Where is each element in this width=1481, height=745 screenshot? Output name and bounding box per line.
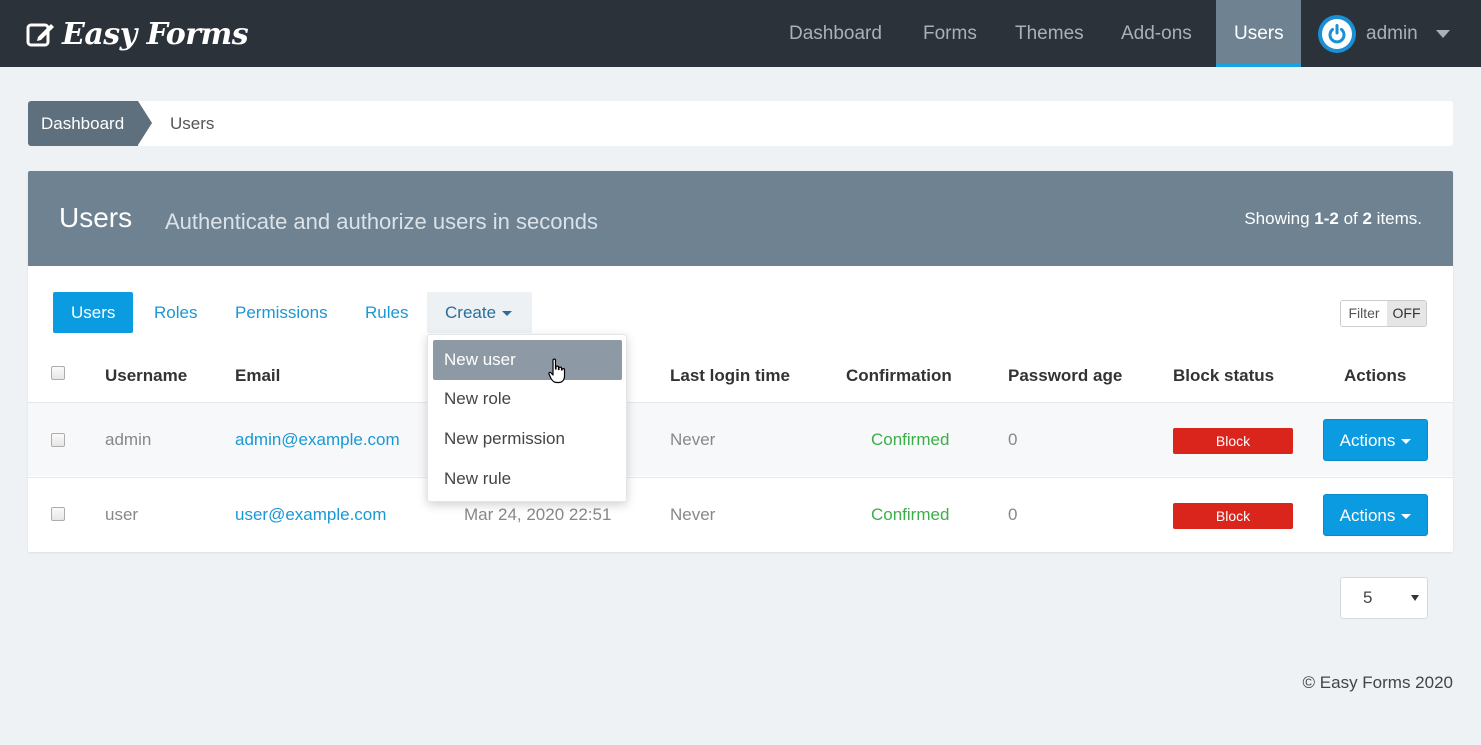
panel-header: Users Authenticate and authorize users i… (28, 171, 1453, 266)
menu-item-new-role[interactable]: New role (444, 389, 511, 409)
nav-dashboard[interactable]: Dashboard (771, 0, 900, 67)
top-navbar: Easy Forms Dashboard Forms Themes Add-on… (0, 0, 1481, 67)
avatar (1318, 14, 1356, 53)
brand-name: Easy Forms (62, 16, 249, 52)
header-password-age[interactable]: Password age (1008, 366, 1122, 386)
header-actions: Actions (1344, 366, 1407, 385)
header-last-login[interactable]: Last login time (670, 366, 790, 386)
caret-down-icon (1401, 514, 1412, 520)
header-email[interactable]: Email (235, 366, 280, 386)
caret-down-icon (1411, 595, 1419, 601)
header-block-status[interactable]: Block status (1173, 366, 1274, 386)
pagination-summary: Showing 1-2 of 2 items. (1244, 209, 1422, 228)
table-row: admin admin@example.com Never Confirmed … (28, 402, 1453, 476)
users-panel: Users Authenticate and authorize users i… (28, 171, 1453, 552)
cell-last-login: Never (670, 505, 716, 524)
cell-password-age: 0 (1008, 505, 1018, 524)
breadcrumb-dashboard[interactable]: Dashboard (28, 101, 138, 146)
user-menu[interactable]: admin (1318, 0, 1450, 67)
cell-username: admin (105, 430, 152, 449)
header-username[interactable]: Username (105, 366, 187, 386)
cell-email-link[interactable]: user@example.com (235, 478, 386, 552)
caret-down-icon (502, 311, 513, 317)
row-checkbox[interactable] (51, 433, 65, 447)
chevron-down-icon (1435, 29, 1450, 38)
menu-item-new-rule[interactable]: New rule (444, 469, 511, 489)
caret-down-icon (1401, 439, 1412, 445)
power-icon (1328, 23, 1346, 43)
actions-dropdown-button[interactable]: Actions (1323, 419, 1428, 461)
page-size-value: 5 (1363, 588, 1373, 607)
header-confirmation[interactable]: Confirmation (846, 366, 952, 386)
tab-permissions[interactable]: Permissions (217, 292, 346, 333)
cell-username: user (105, 505, 139, 524)
footer-copyright: © Easy Forms 2020 (1302, 673, 1453, 692)
cell-confirmation: Confirmed (871, 505, 950, 524)
nav-forms[interactable]: Forms (905, 0, 995, 67)
user-name: admin (1366, 22, 1418, 44)
create-dropdown-menu: New user New role New permission New rul… (427, 334, 627, 502)
hand-pointer-icon (548, 358, 566, 384)
cell-last-login: Never (670, 430, 716, 449)
filter-label: Filter (1341, 301, 1387, 326)
select-all-checkbox[interactable] (51, 366, 65, 380)
row-checkbox[interactable] (51, 507, 65, 521)
actions-dropdown-button[interactable]: Actions (1323, 494, 1428, 536)
nav-users[interactable]: Users (1216, 0, 1301, 67)
nav-themes[interactable]: Themes (997, 0, 1102, 67)
breadcrumb-current: Users (170, 114, 215, 133)
filter-state: OFF (1387, 301, 1426, 326)
create-dropdown-button[interactable]: Create (427, 292, 532, 333)
breadcrumb: Dashboard Users (28, 101, 1453, 146)
nav-addons[interactable]: Add-ons (1103, 0, 1210, 67)
block-button[interactable]: Block (1173, 428, 1293, 454)
page-size-select[interactable]: 5 (1340, 577, 1428, 619)
cell-confirmation: Confirmed (871, 430, 950, 449)
menu-item-new-user[interactable]: New user (433, 340, 622, 380)
brand-logo[interactable]: Easy Forms (26, 14, 249, 54)
page-title: Users (59, 202, 133, 233)
edit-square-icon (26, 23, 54, 47)
cell-email-link[interactable]: admin@example.com (235, 403, 400, 477)
tab-rules[interactable]: Rules (347, 292, 426, 333)
filter-toggle[interactable]: Filter OFF (1340, 300, 1427, 327)
breadcrumb-arrow (138, 101, 152, 145)
page-subtitle: Authenticate and authorize users in seco… (165, 209, 598, 234)
block-button[interactable]: Block (1173, 503, 1293, 529)
cell-password-age: 0 (1008, 430, 1018, 449)
tab-users[interactable]: Users (53, 292, 134, 333)
menu-item-new-permission[interactable]: New permission (444, 429, 565, 449)
table-row: user user@example.com Mar 24, 2020 22:51… (28, 477, 1453, 551)
tab-roles[interactable]: Roles (136, 292, 215, 333)
